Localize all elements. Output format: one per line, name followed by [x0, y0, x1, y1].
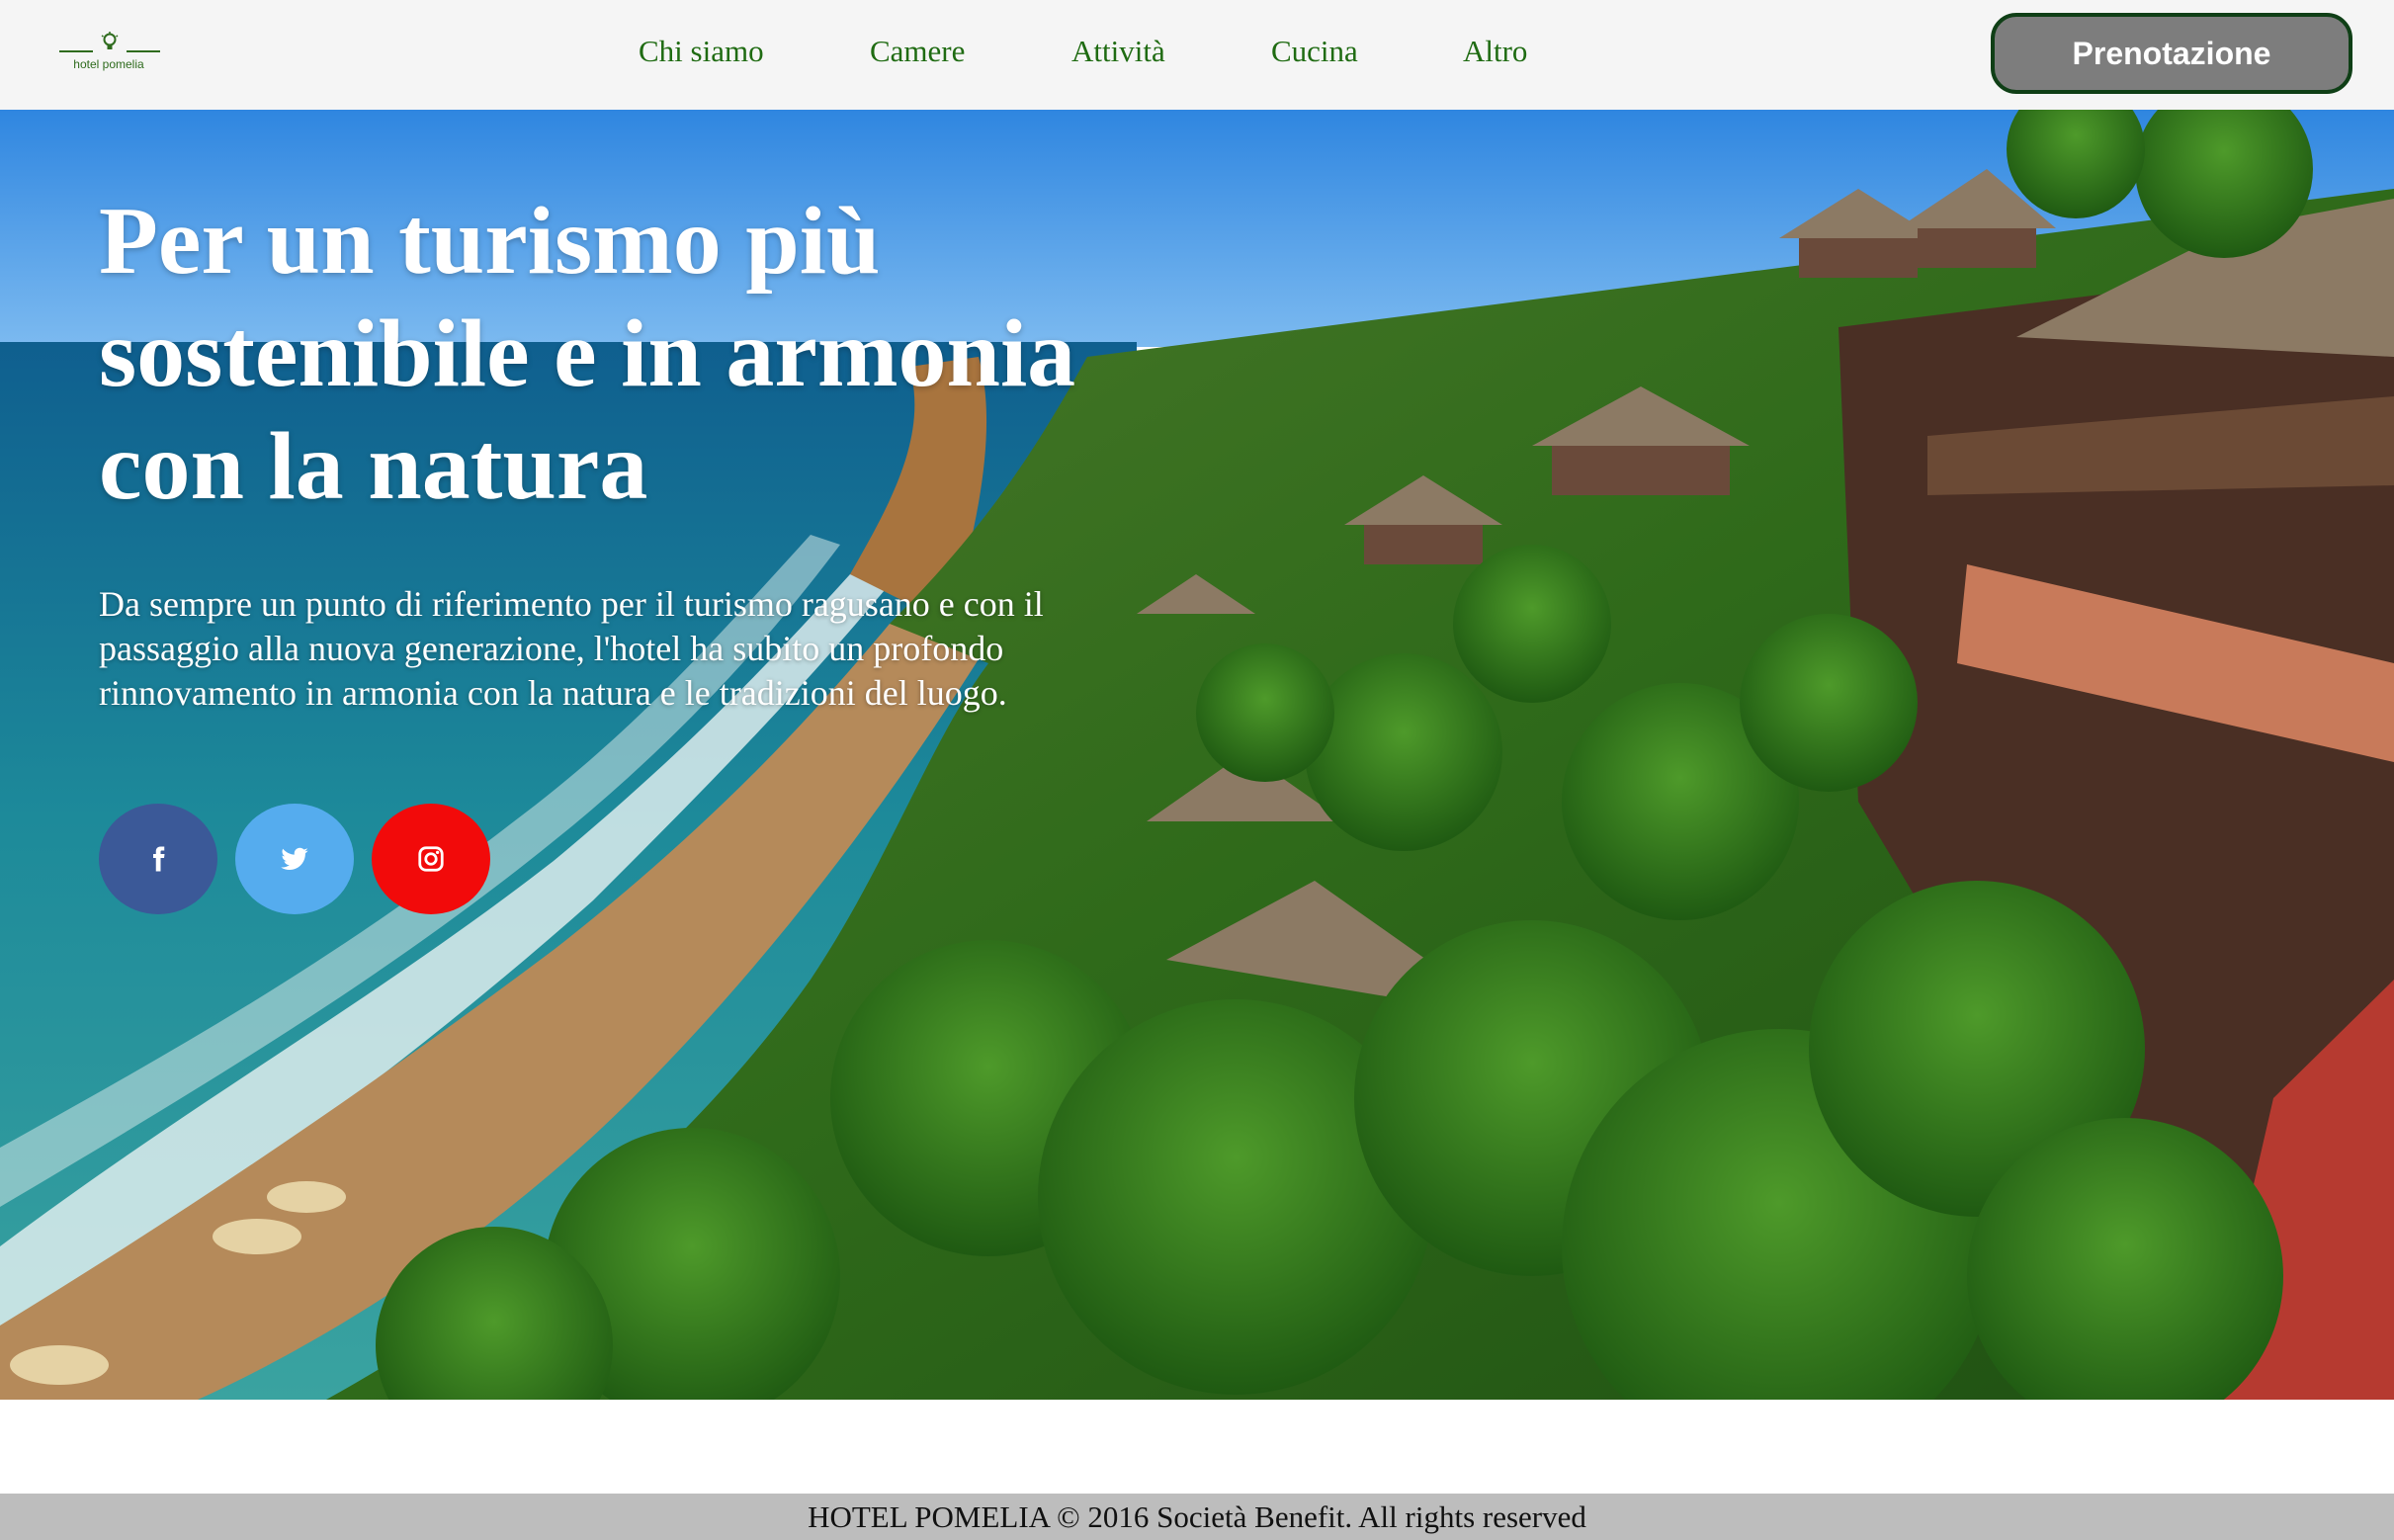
hero-description: Da sempre un punto di riferimento per il… [99, 584, 1044, 713]
hero-section: Per un turismo più sostenibile e in armo… [0, 110, 2394, 1400]
facebook-button[interactable] [99, 804, 217, 914]
lightbulb-icon [101, 32, 119, 49]
nav-link-chi-siamo[interactable]: Chi siamo [639, 34, 764, 69]
hotel-logo[interactable]: hotel pomelia [57, 30, 160, 73]
site-footer: HOTEL POMELIA © 2016 Società Benefit. Al… [0, 1494, 2394, 1540]
instagram-button[interactable] [372, 804, 490, 914]
hero-title: Per un turismo più sostenibile e in armo… [99, 188, 1076, 520]
logo-line-left [59, 50, 93, 52]
logo-line-right [127, 50, 160, 52]
booking-button[interactable]: Prenotazione [1991, 13, 2352, 94]
nav-link-altro[interactable]: Altro [1463, 34, 1527, 69]
instagram-icon [418, 846, 444, 872]
logo-text: hotel pomelia [73, 57, 144, 71]
nav-link-camere[interactable]: Camere [870, 34, 965, 69]
copyright-text: HOTEL POMELIA © 2016 Società Benefit. Al… [808, 1498, 1586, 1534]
twitter-icon [281, 847, 308, 870]
twitter-button[interactable] [235, 804, 354, 914]
nav-link-cucina[interactable]: Cucina [1271, 34, 1358, 69]
top-nav-bar: hotel pomelia Chi siamo Camere Attività … [0, 0, 2394, 110]
nav-link-attivita[interactable]: Attività [1071, 34, 1165, 69]
facebook-icon [153, 846, 165, 872]
